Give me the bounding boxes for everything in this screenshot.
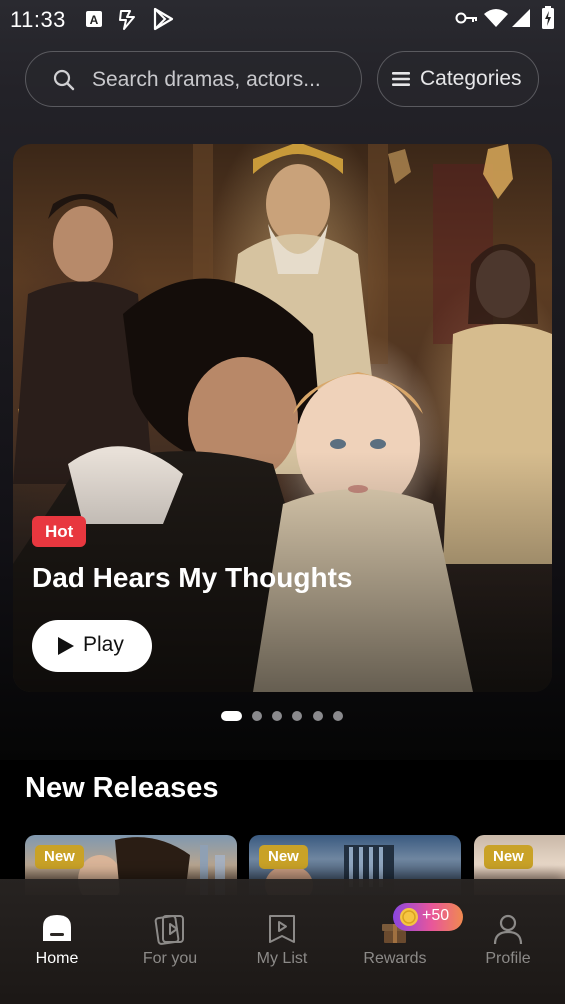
wifi-icon	[484, 9, 508, 27]
rewards-badge-text: +50	[422, 907, 450, 924]
new-badge: New	[484, 845, 533, 869]
nav-label: Profile	[485, 950, 531, 967]
categories-label: Categories	[420, 67, 522, 90]
battery-icon	[542, 6, 554, 29]
nav-label: My List	[256, 950, 308, 967]
search-bar[interactable]	[25, 51, 362, 108]
nav-label: For you	[142, 950, 198, 967]
hero-title: Dad Hears My Thoughts	[32, 562, 353, 593]
nav-for-you[interactable]: For you	[120, 879, 220, 989]
carousel-dot[interactable]	[272, 711, 282, 721]
play-store-icon	[153, 7, 174, 31]
user-icon	[493, 914, 523, 945]
hot-badge: Hot	[32, 516, 87, 547]
carousel-dot[interactable]	[221, 711, 242, 721]
autofill-icon: A	[86, 11, 102, 27]
menu-lines-icon	[392, 72, 410, 86]
nav-label: Rewards	[363, 950, 427, 967]
carousel-dot[interactable]	[333, 711, 343, 721]
video-cards-icon	[154, 915, 184, 945]
search-icon	[53, 69, 75, 91]
status-time: 11:33	[10, 7, 66, 32]
status-bar: 11:33 A	[0, 0, 565, 38]
new-badge: New	[35, 845, 84, 869]
carousel-dot[interactable]	[313, 711, 323, 721]
bottom-navigation: Home For you My List Rewards Profile	[0, 879, 565, 1004]
new-badge: New	[259, 845, 308, 869]
hero-banner[interactable]: Hot Dad Hears My Thoughts Play	[13, 144, 552, 692]
carousel-dot[interactable]	[252, 711, 262, 721]
play-triangle-icon	[58, 637, 74, 655]
nav-home[interactable]: Home	[7, 879, 107, 989]
svg-text:A: A	[90, 13, 99, 27]
carousel-dot[interactable]	[292, 711, 302, 721]
nav-label: Home	[35, 950, 79, 967]
coin-icon	[400, 908, 418, 926]
play-button[interactable]: Play	[32, 620, 152, 672]
nav-my-list[interactable]: My List	[232, 879, 332, 989]
rewards-badge[interactable]: +50	[393, 903, 463, 931]
vpn-key-icon	[455, 12, 477, 24]
nav-rewards[interactable]: Rewards	[345, 879, 445, 989]
section-title-new-releases: New Releases	[25, 772, 219, 804]
cell-signal-icon	[512, 9, 530, 27]
categories-button[interactable]: Categories	[377, 51, 539, 107]
nav-profile[interactable]: Profile	[458, 879, 558, 989]
home-icon	[43, 915, 71, 941]
signal-bolt-icon	[119, 10, 135, 30]
bookmark-play-icon	[269, 915, 295, 943]
play-label: Play	[83, 633, 124, 656]
search-input[interactable]	[90, 52, 354, 108]
